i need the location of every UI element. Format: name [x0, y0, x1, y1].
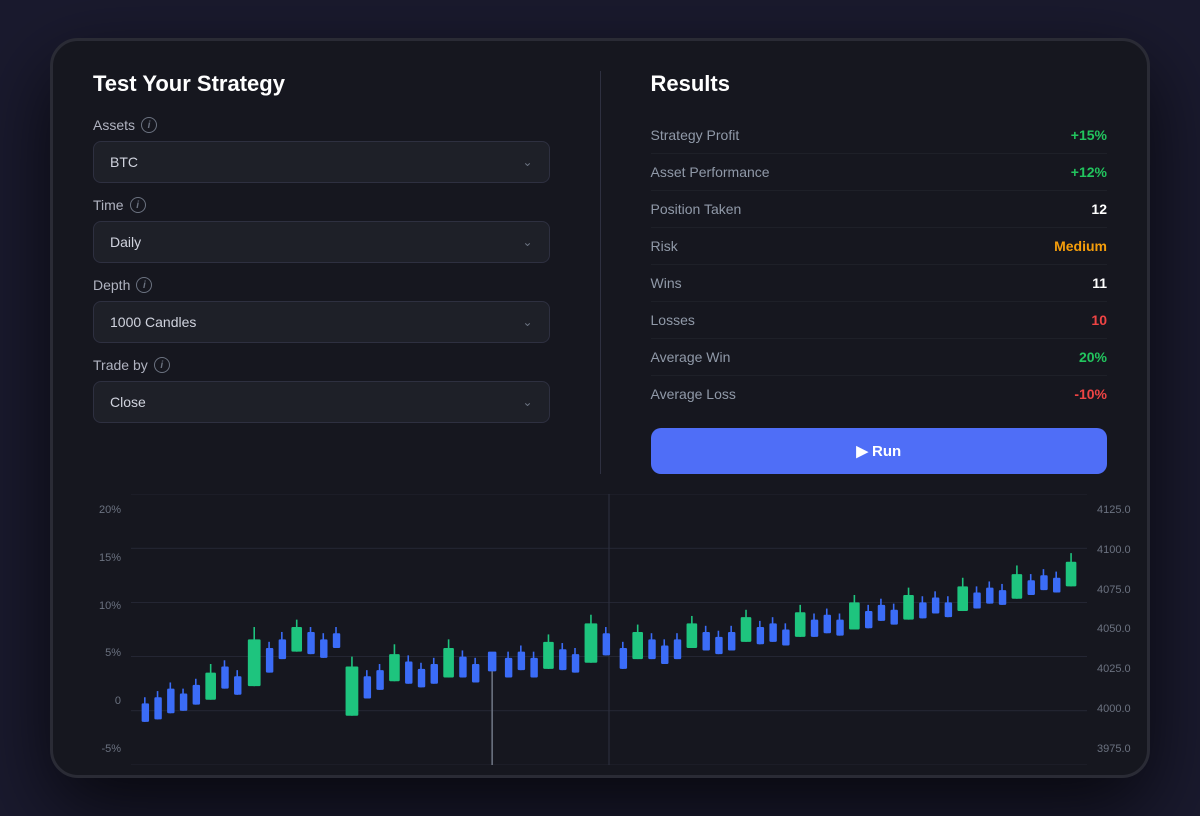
right-panel-title: Results [651, 71, 1108, 97]
tradeby-chevron-icon: ⌄ [522, 395, 532, 409]
result-row-asset-performance: Asset Performance +12% [651, 154, 1108, 191]
chart-svg [131, 494, 1087, 765]
depth-chevron-icon: ⌄ [522, 315, 532, 329]
depth-info-icon[interactable]: i [136, 277, 152, 293]
result-row-wins: Wins 11 [651, 265, 1108, 302]
run-button[interactable]: ▶ Run [651, 428, 1108, 474]
time-dropdown[interactable]: Daily ⌄ [93, 221, 550, 263]
assets-dropdown[interactable]: BTC ⌄ [93, 141, 550, 183]
tradeby-info-icon[interactable]: i [154, 357, 170, 373]
result-row-strategy-profit: Strategy Profit +15% [651, 117, 1108, 154]
chart-y-axis-right: 4125.0 4100.0 4075.0 4050.0 4025.0 4000.… [1087, 494, 1137, 765]
device-frame: Test Your Strategy Assets i BTC ⌄ Time i… [50, 38, 1150, 778]
assets-label: Assets i [93, 117, 550, 133]
panel-divider [600, 71, 601, 474]
right-panel: Results Strategy Profit +15% Asset Perfo… [651, 71, 1108, 474]
result-row-avg-win: Average Win 20% [651, 339, 1108, 376]
result-row-losses: Losses 10 [651, 302, 1108, 339]
assets-chevron-icon: ⌄ [522, 155, 532, 169]
left-panel-title: Test Your Strategy [93, 71, 550, 97]
result-row-risk: Risk Medium [651, 228, 1108, 265]
time-chevron-icon: ⌄ [522, 235, 532, 249]
tradeby-dropdown[interactable]: Close ⌄ [93, 381, 550, 423]
result-row-avg-loss: Average Loss -10% [651, 376, 1108, 412]
depth-dropdown[interactable]: 1000 Candles ⌄ [93, 301, 550, 343]
tradeby-label: Trade by i [93, 357, 550, 373]
top-section: Test Your Strategy Assets i BTC ⌄ Time i… [53, 41, 1147, 494]
result-row-position-taken: Position Taken 12 [651, 191, 1108, 228]
chart-area [131, 494, 1087, 765]
depth-label: Depth i [93, 277, 550, 293]
left-panel: Test Your Strategy Assets i BTC ⌄ Time i… [93, 71, 550, 474]
time-label: Time i [93, 197, 550, 213]
chart-y-axis-left: 20% 15% 10% 5% 0 -5% [93, 494, 131, 765]
assets-info-icon[interactable]: i [141, 117, 157, 133]
chart-section: 20% 15% 10% 5% 0 -5% [53, 494, 1147, 775]
time-info-icon[interactable]: i [130, 197, 146, 213]
